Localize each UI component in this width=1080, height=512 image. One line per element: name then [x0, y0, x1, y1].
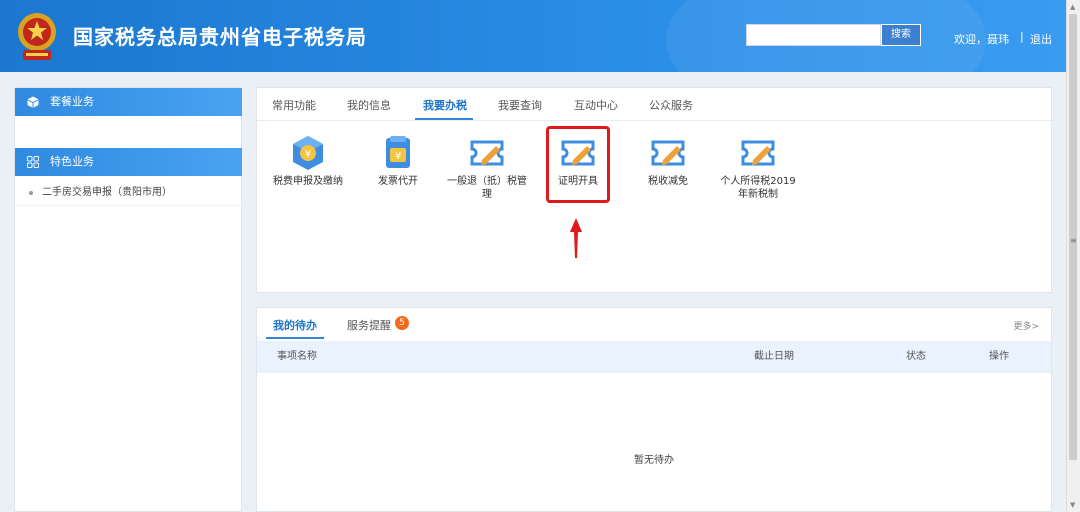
tab-my-todo[interactable]: 我的待办	[273, 317, 317, 333]
tax-emblem-logo	[18, 13, 56, 60]
sidebar-section-label: 特色业务	[50, 155, 94, 168]
red-arrow-icon	[570, 218, 582, 258]
svg-text:¥: ¥	[305, 149, 311, 160]
scroll-down-icon[interactable]: ▼	[1070, 501, 1075, 509]
cube-icon	[27, 96, 39, 108]
sidebar-item-second-hand-house[interactable]: 二手房交易申报（贵阳市用）	[15, 181, 242, 206]
edit-ticket-icon	[470, 140, 504, 166]
svg-text:¥: ¥	[395, 151, 401, 162]
func-label: 税费申报及缴纳	[273, 176, 343, 187]
more-link[interactable]: 更多>	[1013, 319, 1039, 332]
reminder-count-badge: 5	[395, 316, 409, 330]
active-tab-indicator	[266, 337, 324, 339]
column-item-name: 事项名称	[277, 351, 317, 362]
service-tabbar: 常用功能 我的信息 我要办税 我要查询 互动中心 公众服务	[257, 88, 1051, 121]
search-input[interactable]	[746, 24, 881, 46]
todo-table-header: 事项名称 截止日期 状态 操作	[257, 341, 1051, 373]
site-header: 国家税务总局贵州省电子税务局 搜索 欢迎，聂玮 | 退出	[0, 0, 1066, 72]
scroll-up-icon[interactable]: ▲	[1070, 3, 1075, 11]
site-title: 国家税务总局贵州省电子税务局	[73, 25, 367, 49]
column-deadline: 截止日期	[754, 351, 794, 362]
tab-public-services[interactable]: 公众服务	[649, 97, 693, 113]
sidebar-section-package[interactable]: 套餐业务	[15, 88, 242, 116]
func-label: 个人所得税2019年新税制	[720, 176, 796, 200]
search-button[interactable]: 搜索	[881, 24, 921, 46]
scroll-grip-icon: ≡	[1070, 236, 1077, 245]
sidebar: 套餐业务 特色业务 二手房交易申报（贵阳市用）	[14, 87, 242, 512]
tax-declare-icon: ¥	[293, 136, 323, 170]
tab-interaction-center[interactable]: 互动中心	[574, 97, 618, 113]
func-tax-refund[interactable]: 一般退（抵）税管理	[447, 128, 527, 201]
tab-query[interactable]: 我要查询	[498, 97, 542, 113]
grid-icon	[27, 156, 39, 168]
func-tax-declare[interactable]: ¥ 税费申报及缴纳	[268, 128, 348, 188]
edit-ticket-icon	[741, 140, 775, 166]
tab-common-functions[interactable]: 常用功能	[272, 97, 316, 113]
todo-panel: 我的待办 服务提醒 5 更多> 事项名称 截止日期 状态 操作 暂无待办	[256, 307, 1052, 512]
invoice-icon: ¥	[386, 136, 410, 168]
func-income-tax-2019[interactable]: 个人所得税2019年新税制	[718, 128, 798, 201]
service-panel: 常用功能 我的信息 我要办税 我要查询 互动中心 公众服务 ¥ 税费申报及缴纳 …	[256, 87, 1052, 293]
active-tab-indicator	[415, 118, 473, 120]
func-label: 发票代开	[378, 176, 418, 187]
sidebar-section-label: 套餐业务	[50, 95, 94, 108]
page-scrollbar[interactable]: ▲ ≡ ▼	[1066, 0, 1080, 512]
func-tax-reduction[interactable]: 税收减免	[628, 128, 708, 188]
empty-state-text: 暂无待办	[634, 455, 674, 466]
sidebar-section-featured[interactable]: 特色业务	[15, 148, 242, 176]
welcome-text: 欢迎，聂玮	[954, 33, 1009, 46]
tab-tax-handling[interactable]: 我要办税	[423, 97, 467, 113]
column-action: 操作	[989, 351, 1009, 362]
func-invoice[interactable]: ¥ 发票代开	[358, 128, 438, 188]
edit-ticket-icon	[651, 140, 685, 166]
func-label: 税收减免	[648, 176, 688, 187]
sidebar-item-label: 二手房交易申报（贵阳市用）	[42, 187, 172, 198]
tab-service-reminder[interactable]: 服务提醒	[347, 317, 391, 333]
highlight-box	[546, 126, 610, 203]
column-status: 状态	[906, 351, 926, 362]
logout-link[interactable]: 退出	[1030, 31, 1052, 47]
bullet-icon	[29, 191, 33, 195]
header-separator: |	[1020, 30, 1024, 43]
func-label: 一般退（抵）税管理	[447, 176, 527, 200]
tab-my-info[interactable]: 我的信息	[347, 97, 391, 113]
